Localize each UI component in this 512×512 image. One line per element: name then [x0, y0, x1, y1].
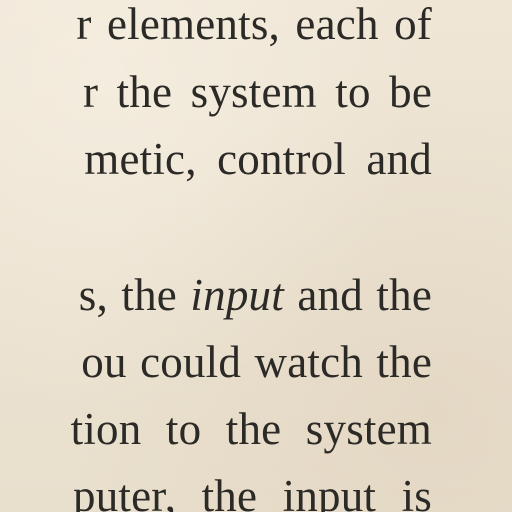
book-page: r elements, each of r the system to be m… [0, 0, 512, 512]
italic-input-word: input [190, 270, 284, 320]
text-line-7: puter, the input is [73, 471, 432, 512]
text-line-4: s, the input and the [79, 273, 432, 318]
text-line-2: r the system to be [82, 67, 432, 117]
text-line-6: tion to the system [70, 404, 432, 454]
text-line-5: ou could watch the [81, 337, 432, 387]
text-line-3: metic, control and [84, 134, 432, 184]
text-line-4-post: and the [283, 270, 432, 320]
text-line-1: r elements, each of [76, 0, 432, 49]
text-line-4-pre: s, the [78, 270, 191, 320]
